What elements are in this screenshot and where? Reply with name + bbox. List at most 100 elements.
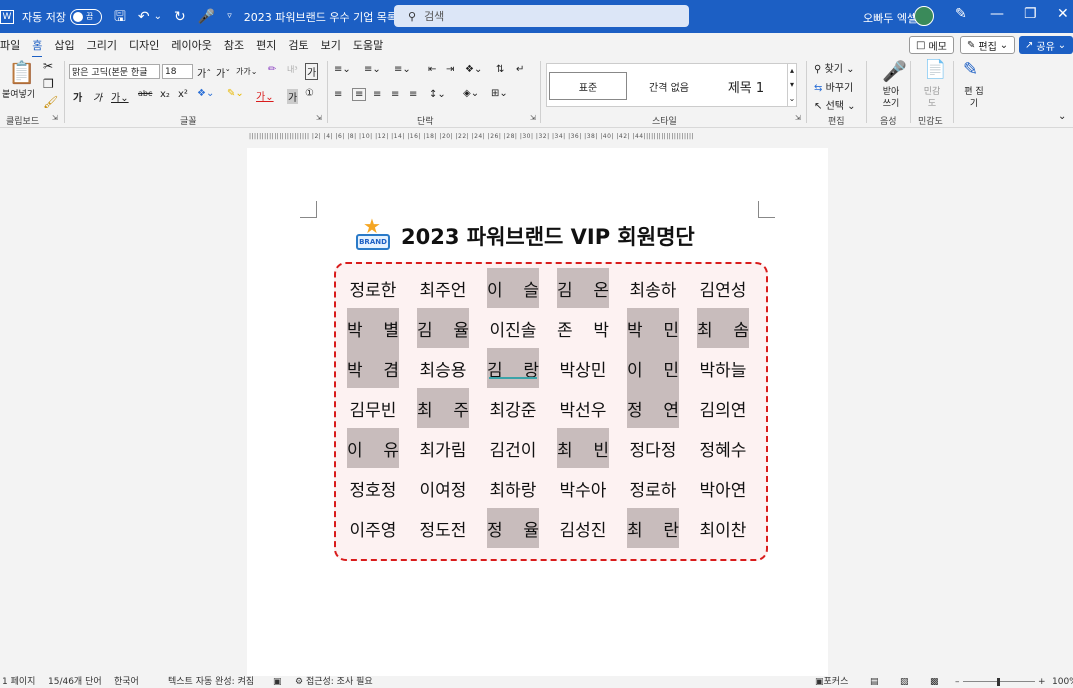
zoom-out-icon[interactable]: – xyxy=(955,676,960,688)
zoom-level[interactable]: 100% xyxy=(1052,676,1073,688)
member-cell[interactable]: 최승용 xyxy=(417,348,487,388)
user-name[interactable]: 오빠두 엑셀 xyxy=(863,10,917,26)
status-page[interactable]: 1 페이지 xyxy=(2,676,35,688)
font-color-icon[interactable]: 가⌄ xyxy=(256,88,274,103)
memo-button[interactable]: □ 메모 xyxy=(909,36,954,54)
print-layout-icon[interactable]: ▧ xyxy=(900,676,909,688)
asian-layout-icon[interactable]: ❖⌄ xyxy=(465,64,482,75)
cut-icon[interactable]: ✂ xyxy=(43,59,53,73)
align-center-icon[interactable]: ≡ xyxy=(352,88,367,101)
member-cell[interactable]: 박상민 xyxy=(557,348,627,388)
member-cell[interactable]: 이진솔 xyxy=(487,308,557,348)
editing-mode-button[interactable]: ✎ 편집 ⌄ xyxy=(960,36,1016,54)
clipboard-launcher-icon[interactable]: ⇲ xyxy=(52,114,58,122)
member-cell[interactable]: 박겸 xyxy=(347,348,417,388)
member-cell[interactable]: 정연 xyxy=(627,388,697,428)
search-box[interactable]: ⚲ 검색 xyxy=(394,5,689,27)
member-cell[interactable]: 정다정 xyxy=(627,428,697,468)
find-button[interactable]: ⚲ 찾기 ⌄ xyxy=(814,60,854,75)
member-cell[interactable]: 김의연 xyxy=(697,388,767,428)
status-autocomplete[interactable]: 텍스트 자동 완성: 켜짐 xyxy=(168,676,254,688)
increase-indent-icon[interactable]: ⇥ xyxy=(446,64,454,75)
underline-icon[interactable]: 가⌄ xyxy=(111,89,129,104)
zoom-in-icon[interactable]: + xyxy=(1038,676,1046,688)
member-cell[interactable]: 이슬 xyxy=(487,268,557,308)
shrink-font-icon[interactable]: 가ˇ xyxy=(216,65,230,80)
tab-1[interactable]: 홈 xyxy=(32,37,43,58)
shading-icon[interactable]: ◈⌄ xyxy=(463,88,479,99)
highlight-color-icon[interactable]: ✎⌄ xyxy=(227,88,244,99)
focus-button[interactable]: ▣포커스 xyxy=(815,676,848,688)
superscript-icon[interactable]: x² xyxy=(178,89,188,100)
member-cell[interactable]: 정도전 xyxy=(417,508,487,548)
copy-icon[interactable]: ❐ xyxy=(43,77,54,91)
member-cell[interactable]: 박별 xyxy=(347,308,417,348)
multilevel-list-icon[interactable]: ≡⌄ xyxy=(394,64,411,75)
char-shading-icon[interactable]: 가 xyxy=(287,89,299,104)
styles-scroll[interactable]: ▴ ▾ ⌄ xyxy=(787,63,797,107)
phonetic-guide-icon[interactable]: 내³ xyxy=(287,64,298,75)
member-cell[interactable]: 최란 xyxy=(627,508,697,548)
change-case-icon[interactable]: 가가⌄ xyxy=(236,66,257,77)
sort-icon[interactable]: ⇅ xyxy=(496,64,504,75)
member-cell[interactable]: 이여정 xyxy=(417,468,487,508)
tab-6[interactable]: 참조 xyxy=(224,37,244,53)
justify-icon[interactable]: ≡ xyxy=(391,89,399,100)
tab-9[interactable]: 보기 xyxy=(321,37,341,53)
paste-icon[interactable]: 📋 xyxy=(8,61,35,86)
member-cell[interactable]: 최송하 xyxy=(627,268,697,308)
numbering-icon[interactable]: ≡⌄ xyxy=(364,64,381,75)
font-name-select[interactable]: 맑은 고딕(본문 한글 xyxy=(69,64,160,79)
pen-icon[interactable]: ✎ xyxy=(955,6,967,22)
document-page[interactable]: ★ BRAND 2023 파워브랜드 VIP 회원명단 정로한 최주언 이 슬 김 온 최송… xyxy=(247,148,828,676)
read-mode-icon[interactable]: ▤ xyxy=(870,676,879,688)
sensitivity-icon[interactable]: 📄 xyxy=(924,59,946,80)
member-cell[interactable]: 정혜수 xyxy=(697,428,767,468)
status-word-count[interactable]: 15/46개 단어 xyxy=(48,676,102,688)
select-button[interactable]: ↖ 선택 ⌄ xyxy=(814,97,856,112)
collapse-ribbon-icon[interactable]: ⌄ xyxy=(1058,111,1066,122)
tab-8[interactable]: 검토 xyxy=(288,37,308,53)
clear-format-icon[interactable]: ✏ xyxy=(268,64,276,75)
zoom-slider-thumb[interactable] xyxy=(997,678,1000,686)
chevron-down-icon[interactable]: ⌄ xyxy=(154,11,162,22)
grow-font-icon[interactable]: 가ˆ xyxy=(197,65,211,80)
member-cell[interactable]: 최주 xyxy=(417,388,487,428)
member-cell[interactable]: 박민 xyxy=(627,308,697,348)
decrease-indent-icon[interactable]: ⇤ xyxy=(428,64,436,75)
redo-icon[interactable]: ↻ xyxy=(174,10,186,24)
member-cell[interactable]: 정율 xyxy=(487,508,557,548)
member-cell[interactable]: 박선우 xyxy=(557,388,627,428)
document-title[interactable]: 2023 파워브랜드 우수 기업 목록... xyxy=(244,9,408,25)
restore-icon[interactable]: ❐ xyxy=(1024,6,1037,22)
tab-5[interactable]: 레이아웃 xyxy=(171,37,211,53)
dictate-label[interactable]: 받아 쓰기 xyxy=(878,86,904,110)
member-cell[interactable]: 김온 xyxy=(557,268,627,308)
style-normal[interactable]: 표준 xyxy=(549,72,627,100)
tab-10[interactable]: 도움말 xyxy=(353,37,383,53)
tab-4[interactable]: 디자인 xyxy=(129,37,159,53)
member-cell[interactable]: 정로하 xyxy=(627,468,697,508)
horizontal-ruler[interactable]: |||||||||||||||||||||||| |2| |4| |6| |8|… xyxy=(247,130,827,146)
customize-qat-icon[interactable]: ▿ xyxy=(227,12,232,21)
font-size-select[interactable]: 18 xyxy=(162,64,193,79)
align-left-icon[interactable]: ≡ xyxy=(334,89,342,100)
align-right-icon[interactable]: ≡ xyxy=(373,89,381,100)
styles-launcher-icon[interactable]: ⇲ xyxy=(795,114,801,122)
undo-icon[interactable]: ↶ xyxy=(138,10,150,24)
member-cell[interactable]: 최주언 xyxy=(417,268,487,308)
autosave-toggle[interactable]: 끔 xyxy=(69,8,102,25)
member-cell[interactable]: 이주영 xyxy=(347,508,417,548)
italic-icon[interactable]: 가 xyxy=(93,89,102,104)
dictate-microphone-icon[interactable]: 🎤 xyxy=(882,59,907,83)
text-effects-icon[interactable]: ❖⌄ xyxy=(197,88,214,99)
paragraph-launcher-icon[interactable]: ⇲ xyxy=(530,114,536,122)
member-cell[interactable]: 김랑 xyxy=(487,348,557,388)
member-cell[interactable]: 박수아 xyxy=(557,468,627,508)
member-cell[interactable]: 정호정 xyxy=(347,468,417,508)
sensitivity-label[interactable]: 민감 도 xyxy=(920,86,944,110)
member-cell[interactable]: 김율 xyxy=(417,308,487,348)
member-cell[interactable]: 김건이 xyxy=(487,428,557,468)
member-cell[interactable]: 박아연 xyxy=(697,468,767,508)
member-cell[interactable]: 최하랑 xyxy=(487,468,557,508)
